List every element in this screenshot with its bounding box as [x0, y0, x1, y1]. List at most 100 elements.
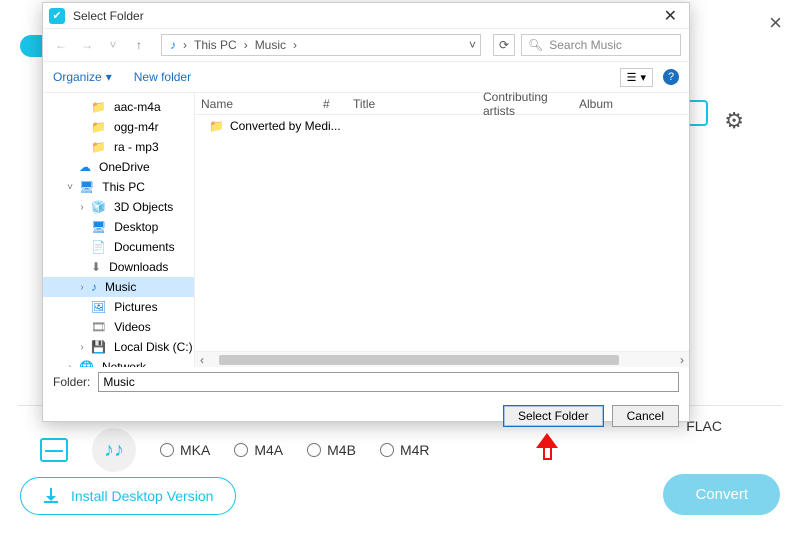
disk-icon: 💾	[91, 340, 106, 354]
tree-item-desktop[interactable]: 🖥 Desktop	[43, 217, 194, 237]
crumb-music[interactable]: Music	[255, 38, 286, 52]
col-title[interactable]: Title	[347, 97, 477, 111]
annotation-arrow	[535, 422, 559, 456]
nav-up-icon[interactable]: ↑	[129, 38, 149, 52]
dialog-logo-icon: ✔	[49, 8, 65, 24]
install-label: Install Desktop Version	[71, 488, 213, 504]
list-header[interactable]: Name # Title Contributing artists Album	[195, 93, 689, 115]
app-logo	[20, 35, 42, 57]
col-name[interactable]: Name	[195, 97, 317, 111]
tree-label: OneDrive	[99, 160, 150, 174]
tree-item-videos[interactable]: 🎞 Videos	[43, 317, 194, 337]
cancel-button[interactable]: Cancel	[612, 405, 679, 427]
organize-button[interactable]: Organize▾	[53, 70, 112, 84]
folder-icon: 📁	[91, 100, 106, 114]
nav-back-icon[interactable]: ←	[51, 38, 71, 52]
nav-bar: ← → ˅ ↑ ♪ › This PC › Music › ˅ ⟳ 🔍︎ Sea…	[43, 29, 689, 61]
col-album[interactable]: Album	[573, 97, 689, 111]
chevron-icon[interactable]: ›	[65, 362, 75, 368]
view-options-button[interactable]: ☰ ▾	[620, 68, 653, 87]
gear-icon[interactable]: ⚙	[724, 108, 744, 134]
net-icon: 🌐	[79, 360, 94, 367]
address-bar[interactable]: ♪ › This PC › Music › ˅	[161, 34, 481, 56]
convert-button[interactable]: Convert	[663, 474, 780, 515]
dialog-titlebar: ✔ Select Folder ✕	[43, 3, 689, 29]
tree-label: Local Disk (C:)	[114, 340, 193, 354]
tree-label: Downloads	[109, 260, 168, 274]
tree-item-3d-objects[interactable]: ›🧊3D Objects	[43, 197, 194, 217]
folder-tree[interactable]: 📁 aac-m4a 📁 ogg-m4r 📁 ra - mp3 ☁OneDrive ˅ 🖥 This…	[43, 93, 195, 367]
format-mka[interactable]: MKA	[160, 442, 210, 458]
tree-item-downloads[interactable]: ⬇ Downloads	[43, 257, 194, 277]
col-artists[interactable]: Contributing artists	[477, 90, 573, 118]
chevron-icon[interactable]: ›	[77, 282, 87, 293]
chevron-icon[interactable]: ›	[77, 342, 87, 353]
tree-item-music[interactable]: ›♪Music	[43, 277, 194, 297]
col-number[interactable]: #	[317, 97, 347, 111]
tree-item-aac-m4a[interactable]: 📁 aac-m4a	[43, 97, 194, 117]
pics-icon: 🖼	[91, 300, 106, 314]
chevron-icon[interactable]: ›	[77, 202, 87, 213]
tree-item-local-disk-c-[interactable]: › 💾 Local Disk (C:)	[43, 337, 194, 357]
tree-label: ogg-m4r	[114, 120, 159, 134]
crumb-this-pc[interactable]: This PC	[194, 38, 237, 52]
search-placeholder: Search Music	[549, 38, 622, 52]
install-desktop-button[interactable]: Install Desktop Version	[20, 477, 236, 515]
folder-name-row: Folder:	[43, 367, 689, 397]
format-m4b[interactable]: M4B	[307, 442, 356, 458]
3d-icon: 🧊	[91, 200, 106, 214]
down-icon: ⬇	[91, 260, 101, 274]
horizontal-scrollbar[interactable]: ‹ ›	[195, 351, 689, 367]
tree-item-this-pc[interactable]: ˅ 🖥 This PC	[43, 177, 194, 197]
select-folder-dialog: ✔ Select Folder ✕ ← → ˅ ↑ ♪ › This PC › …	[42, 2, 690, 422]
file-list: Name # Title Contributing artists Album …	[195, 93, 689, 367]
docs-icon: 📄	[91, 240, 106, 254]
address-dropdown-icon[interactable]: ˅	[469, 38, 476, 52]
format-m4a[interactable]: M4A	[234, 442, 283, 458]
new-folder-button[interactable]: New folder	[134, 70, 191, 84]
chevron-icon[interactable]: ˅	[65, 182, 75, 193]
tree-item-network[interactable]: › 🌐 Network	[43, 357, 194, 367]
view-icon: ☰	[627, 71, 637, 84]
format-m4r[interactable]: M4R	[380, 442, 430, 458]
folder-name-input[interactable]	[98, 372, 679, 392]
desktop-icon: 🖥	[91, 220, 106, 234]
chevron-down-icon: ▾	[106, 70, 112, 84]
dialog-toolbar: Organize▾ New folder ☰ ▾ ?	[43, 61, 689, 93]
dialog-title: Select Folder	[73, 9, 658, 23]
scroll-thumb[interactable]	[219, 355, 619, 365]
app-close-icon[interactable]: ×	[769, 10, 782, 36]
music-folder-icon: ♪	[170, 38, 176, 52]
scroll-right-icon[interactable]: ›	[675, 353, 689, 367]
folder-icon: 📁	[91, 140, 106, 154]
folder-icon: 📁	[209, 119, 224, 133]
folder-icon: 📁	[91, 120, 106, 134]
nav-history-icon[interactable]: ˅	[103, 38, 123, 52]
video-icon[interactable]	[40, 438, 68, 462]
pc-icon: 🖥	[79, 180, 94, 194]
refresh-icon[interactable]: ⟳	[493, 34, 515, 56]
download-icon	[43, 488, 59, 504]
tree-item-ogg-m4r[interactable]: 📁 ogg-m4r	[43, 117, 194, 137]
scroll-left-icon[interactable]: ‹	[195, 353, 209, 367]
tree-item-documents[interactable]: 📄 Documents	[43, 237, 194, 257]
search-input[interactable]: 🔍︎ Search Music	[521, 34, 681, 56]
close-icon[interactable]: ✕	[658, 6, 683, 26]
tree-item-onedrive[interactable]: ☁OneDrive	[43, 157, 194, 177]
tree-item-ra-mp3[interactable]: 📁 ra - mp3	[43, 137, 194, 157]
list-item[interactable]: 📁Converted by Medi...	[195, 115, 689, 137]
tree-label: Videos	[114, 320, 150, 334]
tree-label: Desktop	[114, 220, 158, 234]
tree-label: ra - mp3	[114, 140, 159, 154]
videos-icon: 🎞	[91, 320, 106, 334]
tree-label: Network	[102, 360, 146, 367]
help-icon[interactable]: ?	[663, 69, 679, 85]
nav-forward-icon[interactable]: →	[77, 38, 97, 52]
folder-label: Folder:	[53, 375, 90, 389]
tree-label: This PC	[102, 180, 145, 194]
tree-label: aac-m4a	[114, 100, 161, 114]
tree-label: Documents	[114, 240, 175, 254]
tree-item-pictures[interactable]: 🖼 Pictures	[43, 297, 194, 317]
tree-label: Pictures	[114, 300, 157, 314]
dialog-buttons: Select Folder Cancel	[43, 397, 689, 435]
